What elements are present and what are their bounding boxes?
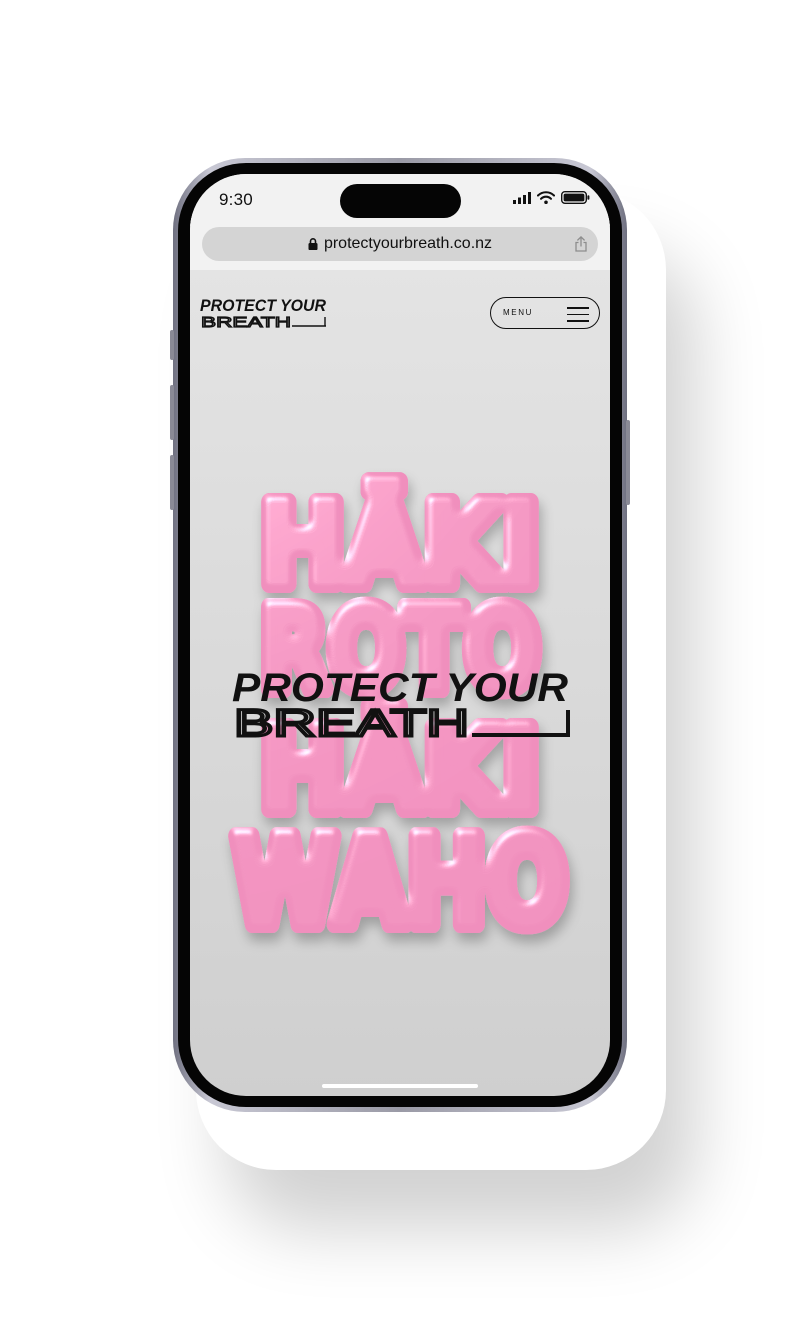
dynamic-island [340, 184, 461, 218]
balloon-line-4: WAHO [233, 814, 568, 953]
site-header: PROTECT YOUR BREATH MENU [190, 270, 610, 360]
menu-button[interactable]: MENU [490, 297, 600, 329]
volume-up-button [170, 385, 174, 440]
overlay-line-2: BREATH [234, 703, 469, 745]
battery-icon [561, 191, 590, 204]
lock-icon [308, 238, 318, 250]
menu-label: MENU [503, 308, 533, 317]
hero-overlay-logo: PROTECT YOUR BREATH [232, 666, 570, 747]
share-icon[interactable] [574, 236, 588, 252]
site-logo[interactable]: PROTECT YOUR BREATH [198, 296, 330, 330]
hamburger-icon [567, 307, 589, 327]
volume-down-button [170, 455, 174, 510]
status-time: 9:30 [219, 190, 253, 209]
hero-artwork: HĀKI ROTO HĀKI WAHO PROTECT YOUR BREATH [224, 472, 577, 954]
logo-line-2: BREATH [201, 314, 291, 330]
phone-screen: 9:30 protectyourbreath.co.nz PROTECT YOU… [190, 174, 610, 1096]
home-indicator[interactable] [322, 1084, 478, 1088]
browser-toolbar: protectyourbreath.co.nz [190, 218, 610, 270]
address-bar[interactable]: protectyourbreath.co.nz [202, 227, 598, 261]
power-button [626, 420, 630, 505]
logo-line-1: PROTECT YOUR [200, 296, 327, 315]
signal-icon [513, 191, 531, 204]
status-icons [513, 191, 590, 204]
wifi-icon [537, 191, 555, 204]
action-button [170, 330, 174, 360]
url-text: protectyourbreath.co.nz [323, 235, 493, 252]
